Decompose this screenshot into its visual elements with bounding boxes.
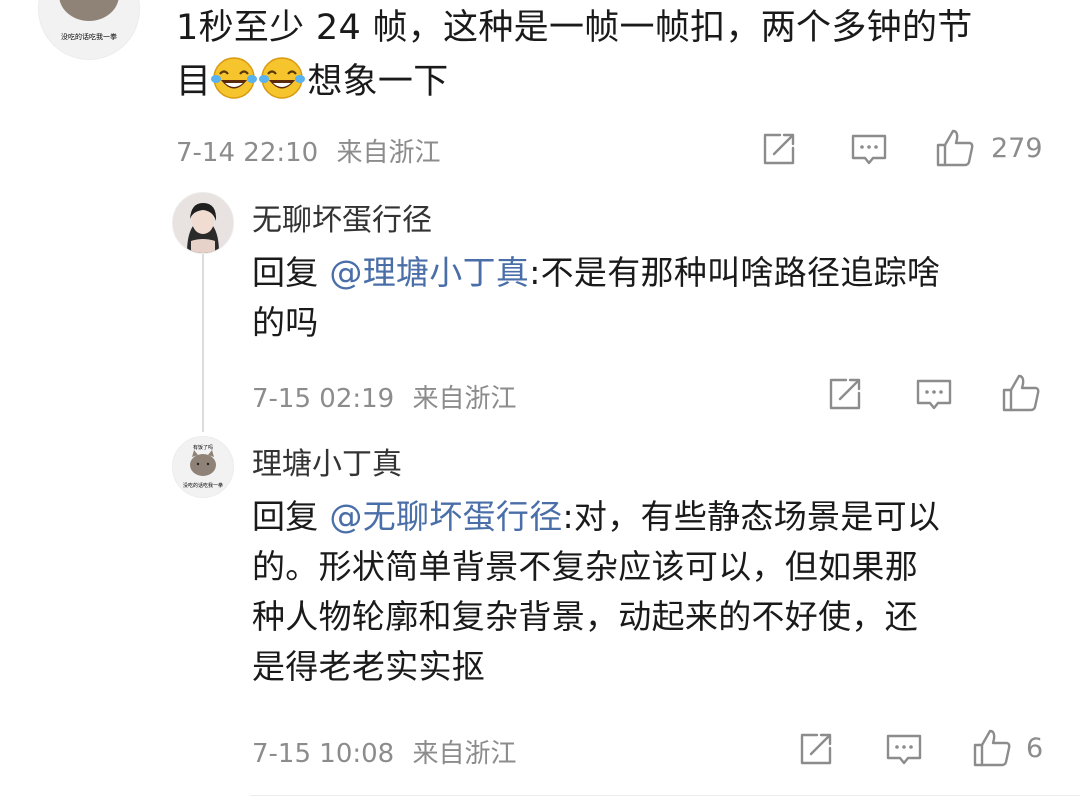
avatar-top-caption: 有饭了吗: [193, 444, 213, 451]
thumbs-up-icon: [973, 729, 1011, 767]
share-icon[interactable]: [760, 130, 798, 168]
comment-icon[interactable]: [885, 731, 923, 769]
like-count: 279: [991, 132, 1043, 164]
avatar-caption: 没吃的话吃我一拳: [183, 482, 223, 489]
timestamp: 7-15 02:19: [252, 384, 395, 414]
reply-1-username[interactable]: 无聊坏蛋行径: [252, 195, 432, 239]
laugh-cry-emoji: [211, 57, 258, 99]
reply-1-meta: 7-15 02:19 来自浙江: [252, 378, 516, 415]
laugh-cry-emoji: [259, 57, 306, 99]
location: 来自浙江: [412, 384, 517, 414]
reply-1-line1: 回复 @理塘小丁真:不是有那种叫啥路径追踪啥: [252, 253, 941, 292]
comment-main-line2: 目 想象一下: [176, 55, 1056, 109]
timestamp: 7-14 22:10: [176, 138, 319, 168]
thumbs-up-icon: [936, 129, 974, 167]
reply-2-line2: 的。形状简单背景不复杂应该可以，但如果那: [252, 547, 918, 586]
location: 来自浙江: [412, 739, 517, 769]
mention-link[interactable]: @理塘小丁真: [329, 253, 529, 292]
avatar-reply-1[interactable]: [172, 192, 234, 254]
share-icon[interactable]: [797, 730, 835, 768]
like-count: 6: [1026, 732, 1044, 764]
reply-1-line2: 的吗: [252, 303, 319, 342]
location: 来自浙江: [336, 138, 441, 168]
share-icon[interactable]: [826, 375, 864, 413]
comment-main-meta: 7-14 22:10 来自浙江: [176, 132, 440, 169]
like-button[interactable]: 279: [935, 128, 1043, 168]
cat-avatar-image: 没吃的话吃我一拳: [59, 0, 119, 41]
avatar-main-commenter[interactable]: 没吃的话吃我一拳: [38, 0, 140, 60]
comment-icon[interactable]: [915, 376, 953, 414]
avatar-caption: 没吃的话吃我一拳: [61, 32, 117, 41]
reply-1-text: 回复 @理塘小丁真:不是有那种叫啥路径追踪啥 的吗: [252, 248, 1052, 348]
reply-2-meta: 7-15 10:08 来自浙江: [252, 733, 516, 770]
reply-2-text: 回复 @无聊坏蛋行径:对，有些静态场景是可以 的。形状简单背景不复杂应该可以，但…: [252, 492, 1052, 692]
like-button[interactable]: 6: [972, 728, 1043, 768]
thumbs-up-icon[interactable]: [1001, 373, 1041, 413]
reply-2-username[interactable]: 理塘小丁真: [252, 439, 402, 483]
mention-link[interactable]: @无聊坏蛋行径: [329, 497, 562, 536]
comment-icon[interactable]: [850, 131, 888, 169]
comment-main-text: 1秒至少 24 帧，这种是一帧一帧扣，两个多钟的节 目 想象一下: [176, 2, 1056, 109]
reply-2-line3: 种人物轮廓和复杂背景，动起来的不好使，还: [252, 597, 918, 636]
thread-line: [202, 252, 204, 432]
reply-2-line4: 是得老老实实抠: [252, 647, 486, 686]
comment-main-line1: 1秒至少 24 帧，这种是一帧一帧扣，两个多钟的节: [176, 8, 973, 48]
reply-2-line1: 回复 @无聊坏蛋行径:对，有些静态场景是可以: [252, 497, 941, 536]
avatar-reply-2[interactable]: 有饭了吗 没吃的话吃我一拳: [172, 436, 234, 498]
timestamp: 7-15 10:08: [252, 739, 395, 769]
cat-avatar-image: 有饭了吗 没吃的话吃我一拳: [183, 444, 223, 489]
profile-photo: [173, 193, 233, 253]
divider: [250, 795, 1080, 796]
